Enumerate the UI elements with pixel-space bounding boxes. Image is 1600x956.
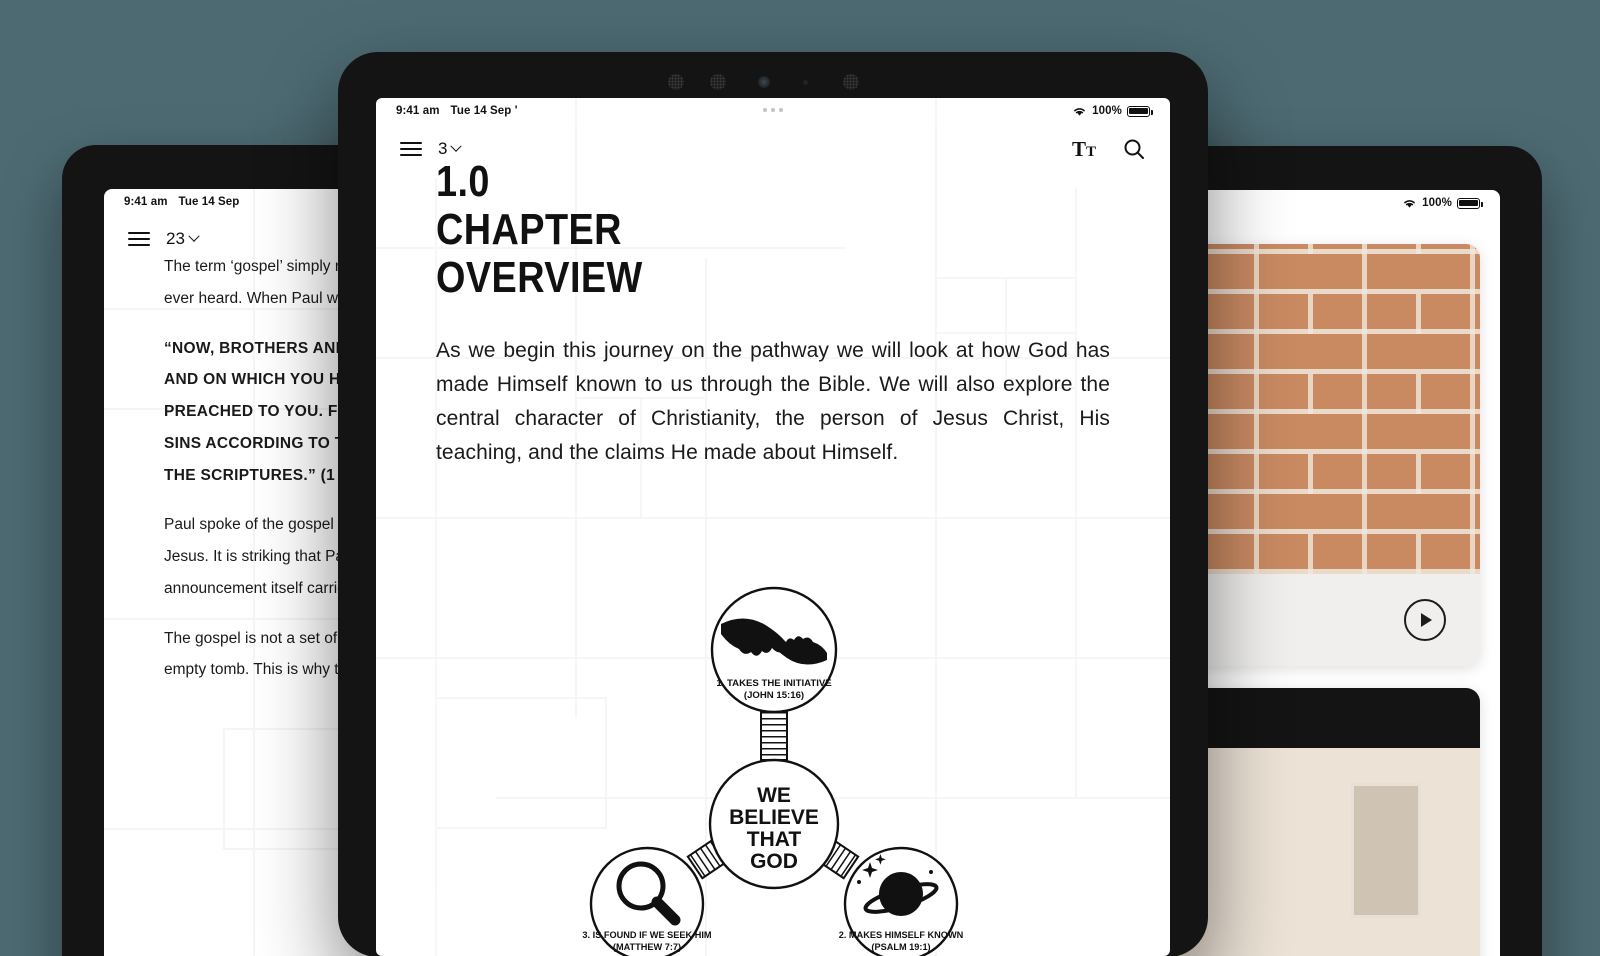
- diagram-node-center: WE BELIEVE THAT GOD: [708, 758, 840, 890]
- diagram-node-top: 1. TAKES THE INITIATIVE (JOHN 15:16): [710, 586, 838, 714]
- diagram-node-bottom-right: 2. MAKES HIMSELF KNOWN (PSALM 19:1): [839, 846, 964, 956]
- node-label: 2. MAKES HIMSELF KNOWN: [839, 930, 964, 940]
- chapter-page: 1.0 CHAPTER OVERVIEW As we begin this jo…: [376, 98, 1170, 956]
- page-title: 1.0 CHAPTER OVERVIEW: [436, 160, 1016, 300]
- doorway: [1351, 783, 1422, 918]
- node-reference: (JOHN 15:16): [744, 690, 804, 701]
- chevron-down-icon: [188, 230, 200, 242]
- play-button-icon[interactable]: [1404, 599, 1446, 641]
- battery-full-icon: [1457, 197, 1483, 209]
- connector-top: [760, 705, 788, 761]
- front-camera-icon: [758, 76, 770, 88]
- center-line: BELIEVE: [729, 806, 819, 829]
- speaker-grille: [710, 74, 726, 90]
- wifi-icon: [1404, 200, 1416, 208]
- chapter-lead-paragraph: As we begin this journey on the pathway …: [436, 339, 1110, 465]
- center-line: WE: [757, 784, 791, 807]
- status-time: 9:41 am: [124, 196, 168, 208]
- battery-percent-label: 100%: [1422, 197, 1452, 209]
- mockup-stage: 9:41 am Tue 14 Sep 23 The term ‘gospel’ …: [0, 0, 1600, 956]
- center-line: GOD: [750, 850, 798, 873]
- node-reference: (PSALM 19:1): [871, 942, 930, 952]
- we-believe-that-god-diagram: 1. TAKES THE INITIATIVE (JOHN 15:16) WE …: [376, 586, 1170, 956]
- page-number-selector[interactable]: 23: [166, 229, 200, 249]
- chapter-title-line2: OVERVIEW: [436, 253, 643, 302]
- page-number-label: 23: [166, 229, 185, 248]
- node-reference: (MATTHEW 7:7): [613, 942, 681, 952]
- center-line: THAT: [747, 828, 802, 851]
- chapter-content: 1.0 CHAPTER OVERVIEW As we begin this jo…: [376, 160, 1170, 470]
- chapter-title-line1: CHAPTER: [436, 205, 622, 254]
- node-label: 1. TAKES THE INITIATIVE: [716, 678, 832, 689]
- status-date: Tue 14 Sep: [178, 196, 240, 208]
- speaker-grille: [668, 74, 684, 90]
- node-label: 3. IS FOUND IF WE SEEK HIM: [582, 930, 711, 940]
- chapter-number: 1.0: [436, 157, 490, 206]
- speaker-grille: [843, 74, 859, 90]
- hamburger-menu-icon[interactable]: [128, 232, 150, 246]
- ambient-light-sensor: [803, 80, 808, 85]
- diagram-svg: 1. TAKES THE INITIATIVE (JOHN 15:16) WE …: [582, 586, 964, 956]
- tablet-device-front: 9:41 am Tue 14 Sep ʹ 100% 3 TT 1.0 CHAPT…: [338, 52, 1208, 956]
- screen-front: 9:41 am Tue 14 Sep ʹ 100% 3 TT 1.0 CHAPT…: [376, 98, 1170, 956]
